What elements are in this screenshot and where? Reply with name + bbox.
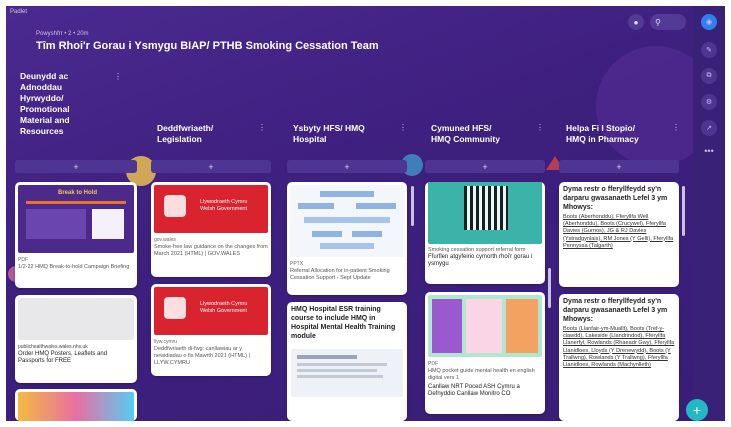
column-title: Deddfwriaeth/ Legislation [157,123,214,144]
qr-code-icon [464,186,508,230]
column-scrollbar[interactable] [411,186,414,226]
column-title: Cymuned HFS/ HMQ Community [431,123,500,144]
column-menu-icon[interactable]: ⋮ [399,123,407,132]
column-menu-icon[interactable]: ⋮ [536,123,544,132]
add-post-button[interactable]: + [559,160,679,173]
post-caption: Smoking cessation support referral form [428,247,526,253]
column-menu-icon[interactable]: ⋮ [114,72,122,81]
post-title: Dyma restr o fferyllfeydd sy'n darparu g… [563,298,668,323]
search-icon: ⚲ [655,17,661,27]
post-card[interactable]: Dyma restr o fferyllfeydd sy'n darparu g… [559,294,679,421]
column-scrollbar[interactable] [548,268,551,308]
post-source: gov.wales [154,237,176,243]
board-byline: Powyshfrr • 2 • 20m [36,31,89,37]
add-post-button[interactable]: + [425,160,545,173]
post-caption: Order HMQ Posters, Leaflets and Passport… [18,351,108,364]
post-image [18,392,134,421]
file-type-tag: PDF [428,361,438,367]
post-caption: Referral Allocation for in-patient Smoki… [290,268,390,281]
post-card[interactable]: Smoking cessation support referral form … [425,182,545,284]
post-subcaption: Ffurflen atgyfeirio cymorth rhoi'r gorau… [428,254,533,267]
flowchart-preview [290,185,404,257]
file-type-tag: PPTX [290,261,304,267]
welsh-government-logo: Llywodraeth Cymru Welsh Government [154,287,268,335]
post-card[interactable]: publichealthwales.wales.nhs.uk Order HMQ… [15,295,137,383]
post-caption: HMQ pocket guide mental health en englis… [428,368,535,381]
column-title: Deunydd ac Adnoddau Hyrwyddo/ Promotiona… [20,71,70,136]
post-image [291,349,403,397]
column-scrollbar[interactable] [682,186,685,236]
pharmacy-list[interactable]: Boots (Aberhonddu), Fferyllfa Well (Aber… [559,212,679,252]
avatar[interactable]: ◉ [701,14,717,30]
post-card[interactable]: Dyma restr o fferyllfeydd sy'n darparu g… [559,182,679,287]
welsh-government-logo: Llywodraeth Cymru Welsh Government [154,185,268,233]
qr-code-image [428,182,542,244]
post-image: Break to Hold [18,185,134,253]
post-card[interactable] [15,389,137,421]
column-title: Ysbyty HFS/ HMQ Hospital [293,123,365,144]
column-title: Helpa Fi I Stopio/ HMQ in Pharmacy [566,123,639,144]
post-caption: 1/2-22 HMQ Break-to-hold Campaign Briefi… [18,264,130,270]
link-preview [18,298,134,340]
post-card[interactable]: PDF HMQ pocket guide mental health en en… [425,292,545,414]
add-post-button[interactable]: + [151,160,271,173]
post-source: llyw.cymru [154,339,178,345]
brand-name[interactable]: Padlet [10,9,27,15]
post-caption: Smoke-free law guidance on the changes f… [154,244,268,257]
avatar-icon: ◉ [705,19,713,26]
info-icon: ● [633,17,639,27]
action-rail: ◉ ✎ ⧉ ⚙ ↗ ••• [693,6,725,421]
column-menu-icon[interactable]: ⋮ [672,123,680,132]
file-type-tag: PDF [18,257,28,263]
post-image-heading: Break to Hold [58,190,98,196]
new-post-fab[interactable]: + [686,399,708,421]
gear-icon: ⚙ [705,99,713,106]
remake-button[interactable]: ⧉ [701,68,717,84]
add-post-button[interactable]: + [15,160,137,173]
copy-icon: ⧉ [706,72,712,79]
post-title: Dyma restr o fferyllfeydd sy'n darparu g… [563,186,668,211]
dragon-icon [164,195,186,217]
post-title: HMQ Hospital ESR training course to incl… [291,306,396,340]
column-menu-icon[interactable]: ⋮ [258,123,266,132]
post-card[interactable]: HMQ Hospital ESR training course to incl… [287,302,407,421]
add-post-button[interactable]: + [287,160,407,173]
settings-button[interactable]: ⚙ [701,94,717,110]
edit-button[interactable]: ✎ [701,42,717,58]
post-subcaption: Canllaw NRT Poced ASH Cymru a Defnyddio … [428,384,520,397]
share-button[interactable]: ↗ [701,120,717,136]
share-icon: ↗ [706,125,712,132]
more-icon[interactable]: ••• [701,146,717,156]
post-card[interactable]: Llywodraeth Cymru Welsh Government gov.w… [151,182,271,277]
dragon-icon [164,297,186,319]
post-link[interactable]: publichealthwales.wales.nhs.uk [15,343,137,351]
post-card[interactable]: Llywodraeth Cymru Welsh Government llyw.… [151,284,271,376]
post-image [428,295,542,357]
pencil-icon: ✎ [706,47,712,54]
board-title: Tîm Rhoi'r Gorau i Ysmygu BIAP/ PTHB Smo… [36,40,379,52]
post-card[interactable]: PPTX Referral Allocation for in-patient … [287,182,407,295]
info-button[interactable]: ● [628,14,644,30]
search-button[interactable]: ⚲ [650,14,686,30]
padlet-board: Padlet Powyshfrr • 2 • 20m Tîm Rhoi'r Go… [6,6,725,421]
post-caption: Deddfwriaeth di-fwg: canllawiau ar y new… [154,346,250,366]
post-card[interactable]: Break to Hold PDF 1/2-22 HMQ Break-to-ho… [15,182,137,288]
pharmacy-list[interactable]: Boots (Llanfair-ym-Muallt), Boots (Tref-… [559,324,679,371]
